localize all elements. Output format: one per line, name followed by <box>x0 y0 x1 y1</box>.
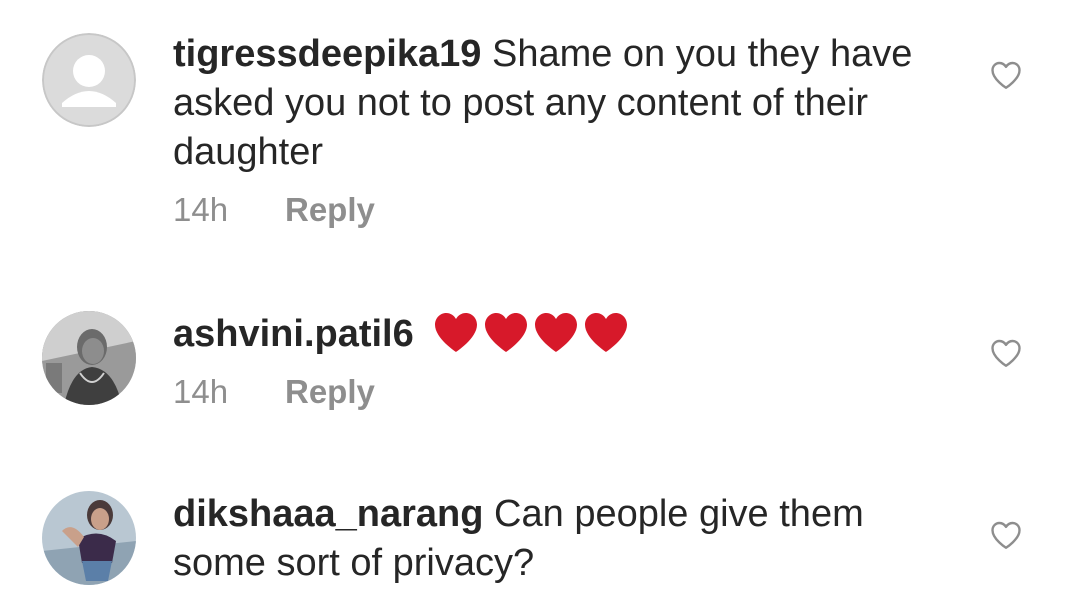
comment-username[interactable]: ashvini.patil6 <box>173 313 414 355</box>
reply-button[interactable]: Reply <box>285 373 375 411</box>
red-heart-emoji <box>585 313 628 352</box>
avatar[interactable] <box>42 311 136 405</box>
avatar[interactable] <box>42 491 136 585</box>
red-heart-emoji <box>485 313 528 352</box>
heart-outline-icon <box>991 339 1021 367</box>
comment-username[interactable]: tigressdeepika19 <box>173 33 481 75</box>
red-heart-emoji <box>535 313 578 352</box>
heart-outline-icon <box>991 61 1021 89</box>
reply-button[interactable]: Reply <box>285 191 375 229</box>
like-button[interactable] <box>988 57 1024 93</box>
like-button[interactable] <box>988 517 1024 553</box>
comment-username[interactable]: dikshaaa_narang <box>173 493 483 535</box>
comment-timestamp: 14h <box>173 373 229 410</box>
heart-emoji-group <box>432 310 630 354</box>
red-heart-emoji <box>435 313 478 352</box>
avatar[interactable] <box>42 33 136 127</box>
comment-timestamp: 14h <box>173 191 229 228</box>
heart-outline-icon <box>991 521 1021 549</box>
like-button[interactable] <box>988 335 1024 371</box>
